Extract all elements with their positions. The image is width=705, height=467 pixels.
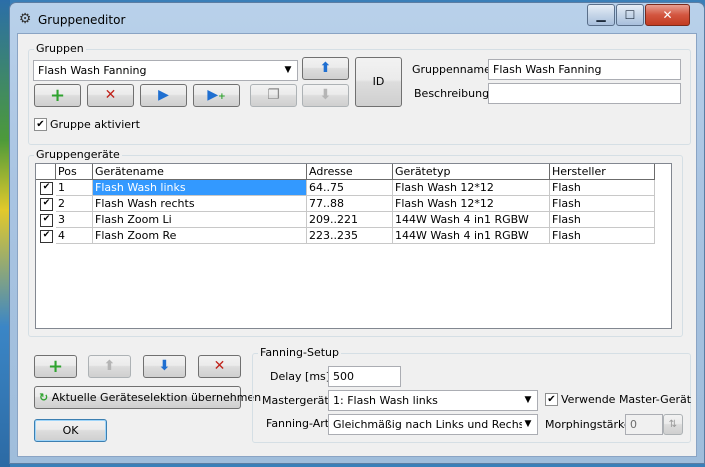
use-master-label: Verwende Master-Gerät [561,393,692,406]
delay-label: Delay [ms]: [270,370,334,383]
device-down-button[interactable]: ⬇ [143,355,186,378]
delete-icon: ✕ [213,358,226,374]
table-cell-adresse: 77..88 [307,196,393,212]
table-cell-typ: Flash Wash 12*12 [393,196,550,212]
master-label: Mastergerät: [262,394,333,407]
column-header-check[interactable] [36,164,56,180]
table-cell-typ: Flash Wash 12*12 [393,180,550,196]
ok-button[interactable]: OK [34,419,107,442]
refresh-icon: ↻ [39,391,49,404]
delete-group-button[interactable]: ✕ [87,84,134,107]
table-cell-typ: 144W Wash 4 in1 RGBW [393,212,550,228]
table-cell-adresse: 64..75 [307,180,393,196]
morph-input[interactable]: 0 [625,414,663,435]
arrow-up-icon: ⬆ [319,60,332,76]
play-add-group-button[interactable]: ▶+ [193,84,240,107]
table-cell-pos: 4 [56,228,93,244]
chevron-down-icon: ▼ [524,395,532,405]
chevron-down-icon: ▼ [522,415,534,434]
chevron-down-icon: ▼ [284,65,292,75]
delete-device-button[interactable]: ✕ [198,355,241,378]
arrow-up-icon: ⬆ [103,358,116,374]
group-select[interactable]: Flash Wash Fanning ▼ [33,60,298,81]
table-cell-pos: 3 [56,212,93,228]
table-cell-hersteller: Flash [550,212,655,228]
table-cell-name[interactable]: Flash Wash rechts [93,196,307,212]
maximize-button[interactable]: ☐ [616,4,644,26]
add-group-button[interactable]: + [34,84,81,107]
geraete-label: Gruppengeräte [34,148,122,162]
copy-icon: ❐ [267,87,280,103]
table-cell-adresse: 209..221 [307,212,393,228]
take-selection-label: Aktuelle Geräteselektion übernehmen [51,391,262,404]
take-selection-button[interactable]: ↻ Aktuelle Geräteselektion übernehmen [34,386,261,409]
plus-icon: + [47,356,64,377]
column-header-adresse[interactable]: Adresse [307,164,393,180]
table-cell-hersteller: Flash [550,180,655,196]
fanning-art-value: Gleichmäßig nach Links und Rechs [333,418,525,431]
morph-button[interactable]: ⇅ [663,414,683,435]
master-select-value: 1: Flash Wash links [333,394,438,407]
row-checkbox[interactable]: ✔ [40,230,53,243]
gruppen-label: Gruppen [34,42,86,56]
add-device-button[interactable]: + [34,355,77,378]
table-cell-pos: 2 [56,196,93,212]
row-checkbox[interactable]: ✔ [40,198,53,211]
device-up-button[interactable]: ⬆ [88,355,131,378]
plus-icon: + [49,85,66,106]
groupname-label: Gruppenname: [412,63,495,76]
window-title: Gruppeneditor [38,13,126,27]
fanning-art-label: Fanning-Art: [266,417,333,430]
close-button[interactable]: ✕ [645,4,690,26]
table-cell-hersteller: Flash [550,228,655,244]
row-checkbox[interactable]: ✔ [40,182,53,195]
table-cell-adresse: 223..235 [307,228,393,244]
column-header-hersteller[interactable]: Hersteller [550,164,655,180]
delay-input[interactable]: 500 [328,366,401,387]
sliders-icon: ⇅ [668,419,678,430]
fanning-label: Fanning-Setup [258,346,341,360]
master-select[interactable]: 1: Flash Wash links ▼ [328,390,538,411]
id-button[interactable]: ID [355,57,402,107]
table-cell-hersteller: Flash [550,196,655,212]
arrow-down-icon: ⬇ [319,87,332,103]
table-cell-name[interactable]: Flash Zoom Re [93,228,307,244]
table-cell-name[interactable]: Flash Wash links [93,180,307,196]
column-header-typ[interactable]: Gerätetyp [393,164,550,180]
row-checkbox[interactable]: ✔ [40,214,53,227]
arrow-down-icon: ⬇ [158,358,171,374]
delete-icon: ✕ [104,87,117,103]
table-cell-pos: 1 [56,180,93,196]
morph-label: Morphingstärke: [545,418,635,431]
group-up-button[interactable]: ⬆ [302,57,349,80]
group-select-value: Flash Wash Fanning [38,64,147,77]
device-table: Pos Gerätename Adresse Gerätetyp Herstel… [35,163,672,329]
description-label: Beschreibung: [414,87,493,100]
minimize-button[interactable]: ▁ [587,4,615,26]
play-icon: ▶ [158,87,169,103]
group-down-button[interactable]: ⬇ [302,84,349,107]
column-header-name[interactable]: Gerätename [93,164,307,180]
table-cell-name[interactable]: Flash Zoom Li [93,212,307,228]
group-activated-label: Gruppe aktiviert [50,118,140,131]
use-master-checkbox[interactable]: ✔ [545,393,558,406]
copy-group-button[interactable]: ❐ [250,84,297,107]
app-icon: ⚙ [18,11,32,27]
groupname-input[interactable]: Flash Wash Fanning [488,59,681,80]
table-cell-typ: 144W Wash 4 in1 RGBW [393,228,550,244]
play-group-button[interactable]: ▶ [140,84,187,107]
group-activated-checkbox[interactable]: ✔ [34,118,47,131]
play-add-icon: ▶ [207,87,219,103]
column-header-pos[interactable]: Pos [56,164,93,180]
description-input[interactable] [488,83,681,104]
fanning-art-select[interactable]: Gleichmäßig nach Links und Rechs ▼ [328,414,538,435]
